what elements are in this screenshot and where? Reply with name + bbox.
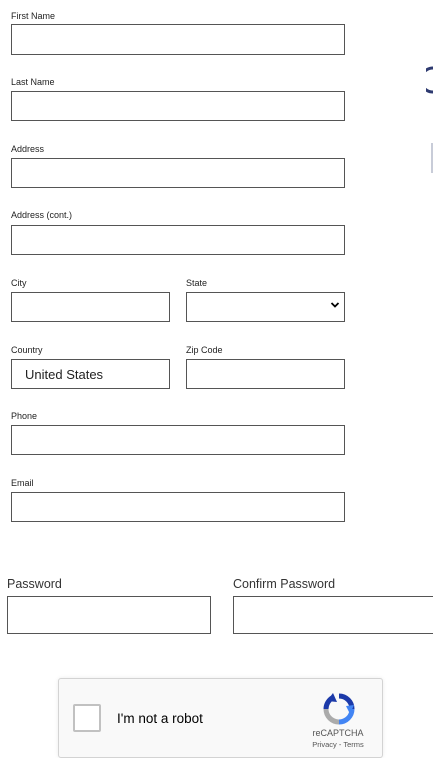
recaptcha-brand: reCAPTCHA: [312, 728, 364, 738]
confirm-password-label: Confirm Password: [233, 577, 336, 591]
first-name-input[interactable]: [11, 24, 345, 55]
recaptcha-logo-icon: [323, 693, 355, 725]
recaptcha-privacy-terms-link[interactable]: Privacy - Terms: [298, 740, 378, 749]
address-label: Address: [11, 144, 45, 154]
city-label: City: [11, 278, 27, 288]
recaptcha-widget: I'm not a robot reCAPTCHA Privacy - Term…: [58, 678, 383, 758]
phone-label: Phone: [11, 411, 38, 421]
recaptcha-checkbox[interactable]: [73, 704, 101, 732]
country-label: Country: [11, 345, 43, 355]
password-input[interactable]: [7, 596, 211, 634]
address-input[interactable]: [11, 158, 345, 188]
email-input[interactable]: [11, 492, 345, 522]
password-label: Password: [7, 577, 62, 591]
phone-input[interactable]: [11, 425, 345, 455]
address-cont-input[interactable]: [11, 225, 345, 255]
partial-circle-icon: [426, 66, 433, 94]
email-label: Email: [11, 478, 34, 488]
state-label: State: [186, 278, 208, 288]
last-name-label: Last Name: [11, 77, 55, 87]
state-select[interactable]: [186, 292, 345, 322]
recaptcha-label: I'm not a robot: [117, 711, 203, 726]
chevron-down-icon: [330, 302, 340, 308]
zip-code-input[interactable]: [186, 359, 345, 389]
first-name-label: First Name: [11, 11, 56, 21]
address-cont-label: Address (cont.): [11, 210, 73, 220]
country-input[interactable]: United States: [11, 359, 170, 389]
city-input[interactable]: [11, 292, 170, 322]
zip-code-label: Zip Code: [186, 345, 223, 355]
confirm-password-input[interactable]: [233, 596, 433, 634]
country-value: United States: [25, 366, 104, 382]
last-name-input[interactable]: [11, 91, 345, 121]
